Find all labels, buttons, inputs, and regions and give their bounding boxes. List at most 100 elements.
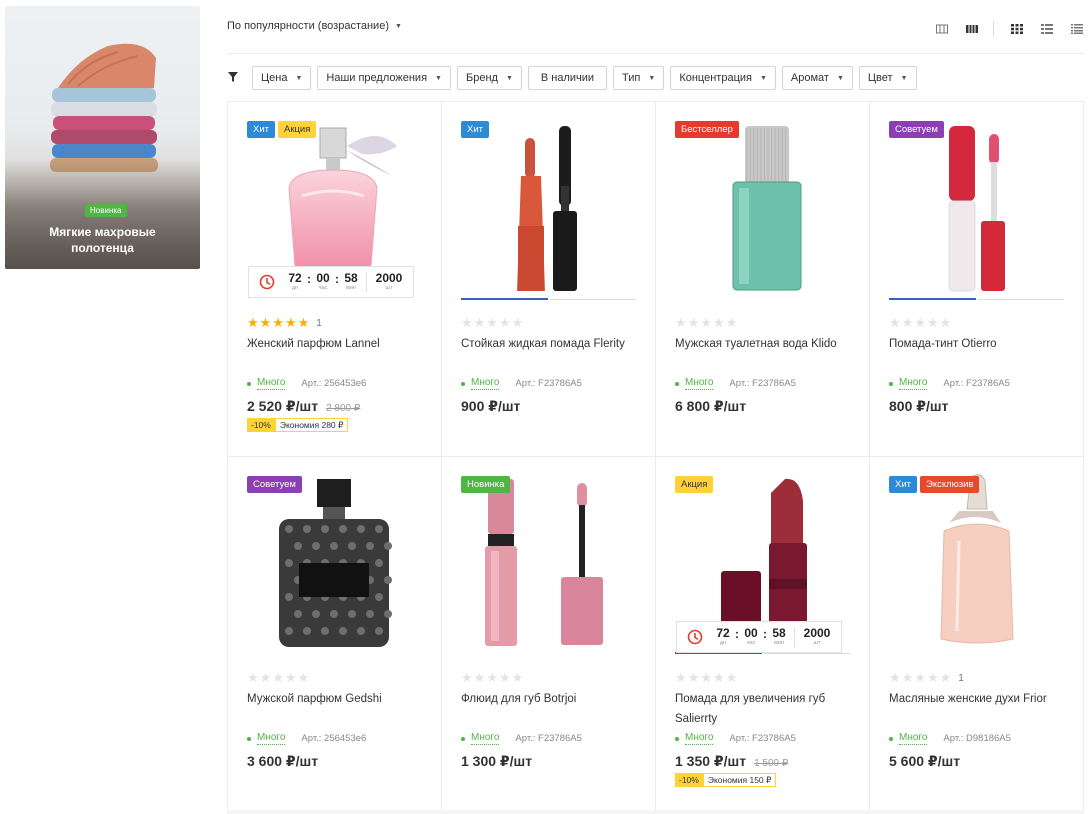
stock-row: Много Арт.: F23786A5 xyxy=(675,377,796,390)
gallery-dot[interactable] xyxy=(461,298,548,300)
stock-status[interactable]: Много xyxy=(685,377,714,390)
rating: ★ ★ ★ ★ ★ 1 xyxy=(889,670,964,686)
chevron-down-icon: ▼ xyxy=(836,74,844,82)
badge-group: Советуем xyxy=(247,476,302,493)
product-image[interactable] xyxy=(889,471,1064,651)
chevron-down-icon: ▼ xyxy=(295,74,303,82)
star-icon: ★ xyxy=(901,670,915,685)
stock-status[interactable]: Много xyxy=(899,377,928,390)
star-icon: ★ xyxy=(712,315,726,330)
image-gallery-indicator[interactable] xyxy=(461,298,636,300)
sort-dropdown[interactable]: По популярности (возрастание) ▼ xyxy=(227,20,402,32)
article-number: Арт.: D98186A5 xyxy=(943,733,1011,744)
stock-status[interactable]: Много xyxy=(471,732,500,745)
stock-status[interactable]: Много xyxy=(257,377,286,390)
stock-status[interactable]: Много xyxy=(899,732,928,745)
product-name[interactable]: Масляные женские духи Frior xyxy=(889,689,1069,709)
timer-minutes: 58 мин xyxy=(340,272,362,292)
article-number: Арт.: F23786A5 xyxy=(515,378,582,389)
filter-bar: Цена ▼ Наши предложения ▼ Бренд ▼ В наличии… xyxy=(227,66,923,90)
product-card[interactable]: Хит Акция ★ ★ ★ ★ ★ 1 Женский парфюм Lannel Мн… xyxy=(228,102,442,457)
filter-offers[interactable]: Наши предложения ▼ xyxy=(317,66,451,90)
product-name[interactable]: Мужской парфюм Gedshi xyxy=(247,689,427,709)
stock-row: Много Арт.: F23786A5 xyxy=(461,377,582,390)
table-icon[interactable] xyxy=(1070,23,1084,35)
price: 2 520 ₽/шт xyxy=(247,398,319,414)
timer-days: 72 дн xyxy=(284,272,306,292)
product-card[interactable]: Советуем ★ ★ ★ ★ ★ Помада-тинт Otierro Много… xyxy=(870,102,1084,457)
product-name[interactable]: Помада-тинт Otierro xyxy=(889,334,1069,354)
old-price: 2 800 ₽ xyxy=(326,403,361,414)
timer-days-unit: дн xyxy=(719,640,727,646)
divider xyxy=(227,53,1084,54)
gallery-dot[interactable] xyxy=(977,299,1064,300)
product-name[interactable]: Стойкая жидкая помада Flerity xyxy=(461,334,641,354)
image-gallery-indicator[interactable] xyxy=(889,298,1064,300)
rating: ★ ★ ★ ★ ★ xyxy=(247,670,310,686)
star-icon: ★ xyxy=(473,315,487,330)
star-icon: ★ xyxy=(297,670,311,685)
chevron-down-icon: ▼ xyxy=(394,22,402,30)
product-name[interactable]: Женский парфюм Lannel xyxy=(247,334,427,354)
badge-sale: Акция xyxy=(278,121,317,138)
review-count[interactable]: 1 xyxy=(958,673,964,684)
filter-price[interactable]: Цена ▼ xyxy=(252,66,312,90)
product-image[interactable] xyxy=(461,116,636,296)
badge-bestseller: Бестселлер xyxy=(675,121,739,138)
filter-type[interactable]: Тип ▼ xyxy=(613,66,665,90)
product-name[interactable]: Помада для увеличения губ Salierrty xyxy=(675,689,855,729)
clock-icon xyxy=(687,629,703,645)
review-count[interactable]: 1 xyxy=(316,318,322,329)
stock-dot-icon xyxy=(461,736,465,741)
star-icon: ★ xyxy=(700,315,713,330)
price-row: 2 520 ₽/шт 2 800 ₽ xyxy=(247,398,360,415)
grid-large-icon[interactable] xyxy=(935,23,949,35)
divider xyxy=(366,272,367,292)
star-icon: ★ xyxy=(272,670,285,685)
product-image[interactable] xyxy=(889,116,1064,296)
star-icon: ★ xyxy=(700,670,713,685)
timer-days-value: 72 xyxy=(716,626,730,640)
gallery-dot[interactable] xyxy=(549,299,636,300)
product-image[interactable] xyxy=(247,471,422,651)
grid-small-icon[interactable] xyxy=(1010,23,1024,35)
rating: ★ ★ ★ ★ ★ xyxy=(461,670,524,686)
filter-color[interactable]: Цвет ▼ xyxy=(858,66,917,90)
product-card[interactable]: Бестселлер ★ ★ ★ ★ ★ Мужская туалетная вода … xyxy=(656,102,870,457)
product-image[interactable] xyxy=(675,116,850,296)
stock-row: Много Арт.: F23786A5 xyxy=(675,732,796,745)
product-card[interactable]: Хит ★ ★ ★ ★ ★ Стойкая жидкая помада Flerity … xyxy=(442,102,656,457)
timer-hours: 00 час xyxy=(740,627,762,647)
filter-in-stock[interactable]: В наличии xyxy=(527,66,608,90)
timer-colon: : xyxy=(763,627,767,641)
product-name[interactable]: Мужская туалетная вода Klido xyxy=(675,334,855,354)
product-card[interactable]: Акция ★ ★ ★ ★ ★ Помада для увеличения губ Sa… xyxy=(656,457,870,812)
stock-status[interactable]: Много xyxy=(257,732,286,745)
stock-status[interactable]: Много xyxy=(685,732,714,745)
gallery-dot[interactable] xyxy=(889,298,976,300)
promo-banner[interactable]: Новинка Мягкие махровые полотенца xyxy=(5,6,200,269)
product-card[interactable]: Советуем ★ ★ ★ ★ ★ Мужской парфюм Gedshi Мно… xyxy=(228,457,442,812)
stock-status[interactable]: Много xyxy=(471,377,500,390)
star-icon: ★ xyxy=(247,315,260,330)
sort-label: По популярности (возрастание) xyxy=(227,20,389,32)
grid-wide-icon[interactable] xyxy=(965,23,979,35)
star-icon: ★ xyxy=(486,670,499,685)
filter-aroma[interactable]: Аромат ▼ xyxy=(781,66,853,90)
rating: ★ ★ ★ ★ ★ xyxy=(889,315,952,331)
stock-dot-icon xyxy=(889,381,893,386)
badge-exclusive: Эксклюзив xyxy=(920,476,980,493)
price: 5 600 ₽/шт xyxy=(889,753,961,769)
chevron-down-icon: ▼ xyxy=(900,74,908,82)
product-image[interactable] xyxy=(461,471,636,651)
article-number: Арт.: F23786A5 xyxy=(729,733,796,744)
filter-icon[interactable] xyxy=(227,71,239,83)
price-row: 1 300 ₽/шт xyxy=(461,753,532,770)
gallery-dot[interactable] xyxy=(763,653,850,654)
filter-brand[interactable]: Бренд ▼ xyxy=(456,66,522,90)
filter-concentration[interactable]: Концентрация ▼ xyxy=(670,66,776,90)
list-icon[interactable] xyxy=(1040,23,1054,35)
product-name[interactable]: Флюид для губ Botrjoi xyxy=(461,689,641,709)
product-card[interactable]: Новинка ★ ★ ★ ★ ★ Флюид для губ Botrjoi Мног… xyxy=(442,457,656,812)
product-card[interactable]: Хит Эксклюзив ★ ★ ★ ★ ★ 1 Масляные женские дух… xyxy=(870,457,1084,812)
